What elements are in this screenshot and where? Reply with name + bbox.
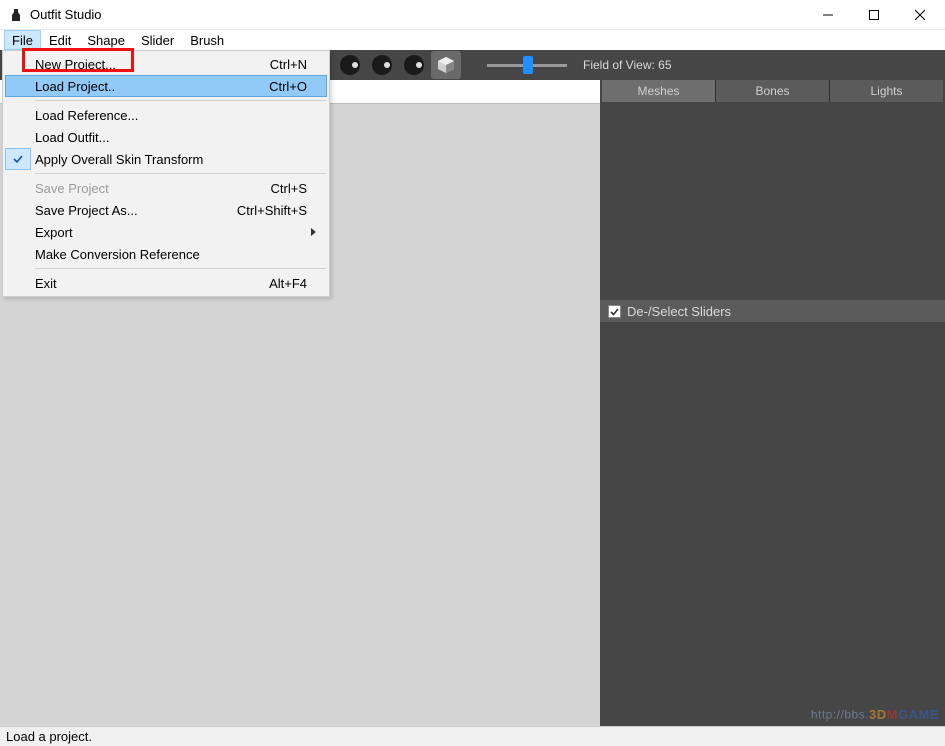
menu-new-project[interactable]: New Project... Ctrl+N	[5, 53, 327, 75]
menu-export[interactable]: Export	[5, 221, 327, 243]
minimize-button[interactable]	[805, 0, 851, 30]
tab-lights[interactable]: Lights	[830, 80, 943, 102]
status-text: Load a project.	[6, 729, 92, 744]
maximize-button[interactable]	[851, 0, 897, 30]
view-mode-1[interactable]	[335, 51, 365, 79]
fov-slider[interactable]	[487, 64, 567, 67]
menu-separator	[35, 173, 326, 174]
menu-brush[interactable]: Brush	[182, 30, 232, 50]
menu-separator	[35, 100, 326, 101]
view-mode-2[interactable]	[367, 51, 397, 79]
slider-checkbox[interactable]	[608, 305, 621, 318]
chevron-right-icon	[309, 225, 317, 240]
slider-header-label: De-/Select Sliders	[627, 304, 731, 319]
menu-slider[interactable]: Slider	[133, 30, 182, 50]
close-button[interactable]	[897, 0, 943, 30]
menu-load-project[interactable]: Load Project.. Ctrl+O	[5, 75, 327, 97]
menu-load-reference[interactable]: Load Reference...	[5, 104, 327, 126]
menu-save-project-as[interactable]: Save Project As... Ctrl+Shift+S	[5, 199, 327, 221]
view-mode-cube[interactable]	[431, 51, 461, 79]
check-icon	[5, 148, 31, 170]
meshes-panel	[600, 102, 945, 300]
file-menu-dropdown: New Project... Ctrl+N Load Project.. Ctr…	[2, 50, 330, 297]
menu-bar: File Edit Shape Slider Brush	[0, 30, 945, 50]
menu-make-conversion-reference[interactable]: Make Conversion Reference	[5, 243, 327, 265]
menu-save-project: Save Project Ctrl+S	[5, 177, 327, 199]
title-bar: Outfit Studio	[0, 0, 945, 30]
menu-separator	[35, 268, 326, 269]
window-title: Outfit Studio	[30, 7, 102, 22]
menu-edit[interactable]: Edit	[41, 30, 79, 50]
fov-label: Field of View: 65	[583, 58, 672, 72]
tab-bones[interactable]: Bones	[716, 80, 830, 102]
menu-file[interactable]: File	[4, 30, 41, 50]
view-mode-3[interactable]	[399, 51, 429, 79]
menu-exit[interactable]: Exit Alt+F4	[5, 272, 327, 294]
panel-tabs: Meshes Bones Lights	[600, 80, 945, 102]
menu-shape[interactable]: Shape	[79, 30, 133, 50]
app-icon	[8, 7, 24, 23]
slider-section-body	[600, 322, 945, 726]
menu-apply-skin-transform[interactable]: Apply Overall Skin Transform	[5, 148, 327, 170]
tab-meshes[interactable]: Meshes	[602, 80, 716, 102]
right-panel: Meshes Bones Lights De-/Select Sliders	[600, 80, 945, 726]
menu-load-outfit[interactable]: Load Outfit...	[5, 126, 327, 148]
status-bar: Load a project.	[0, 726, 945, 746]
slider-section-header[interactable]: De-/Select Sliders	[600, 300, 945, 322]
